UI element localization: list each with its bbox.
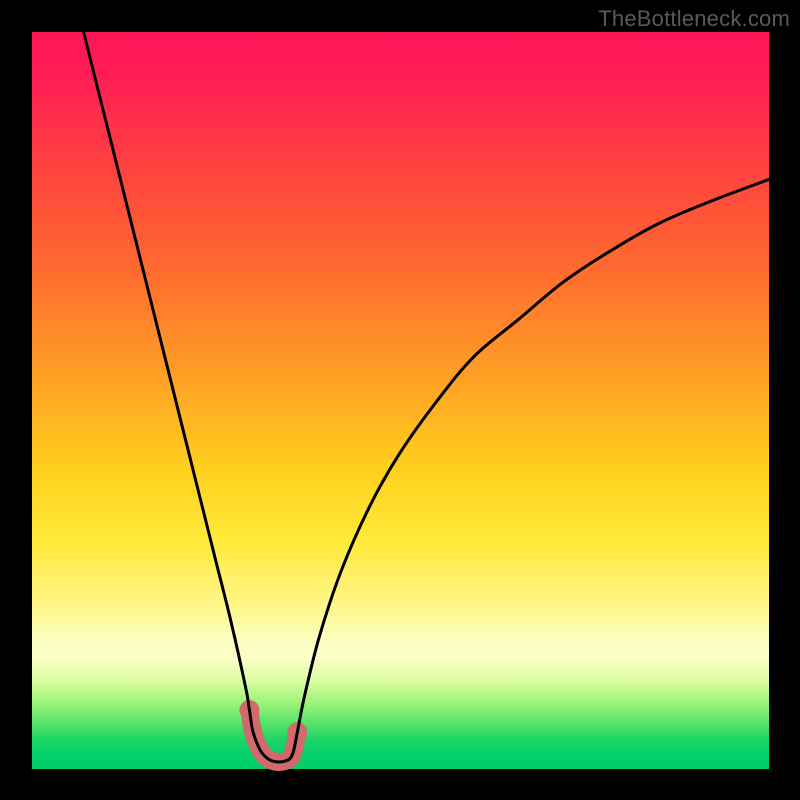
bottleneck-curve bbox=[84, 32, 769, 762]
watermark-text: TheBottleneck.com bbox=[598, 6, 790, 32]
chart-plot-area bbox=[32, 32, 769, 769]
chart-svg bbox=[32, 32, 769, 769]
chart-frame: TheBottleneck.com bbox=[0, 0, 800, 800]
